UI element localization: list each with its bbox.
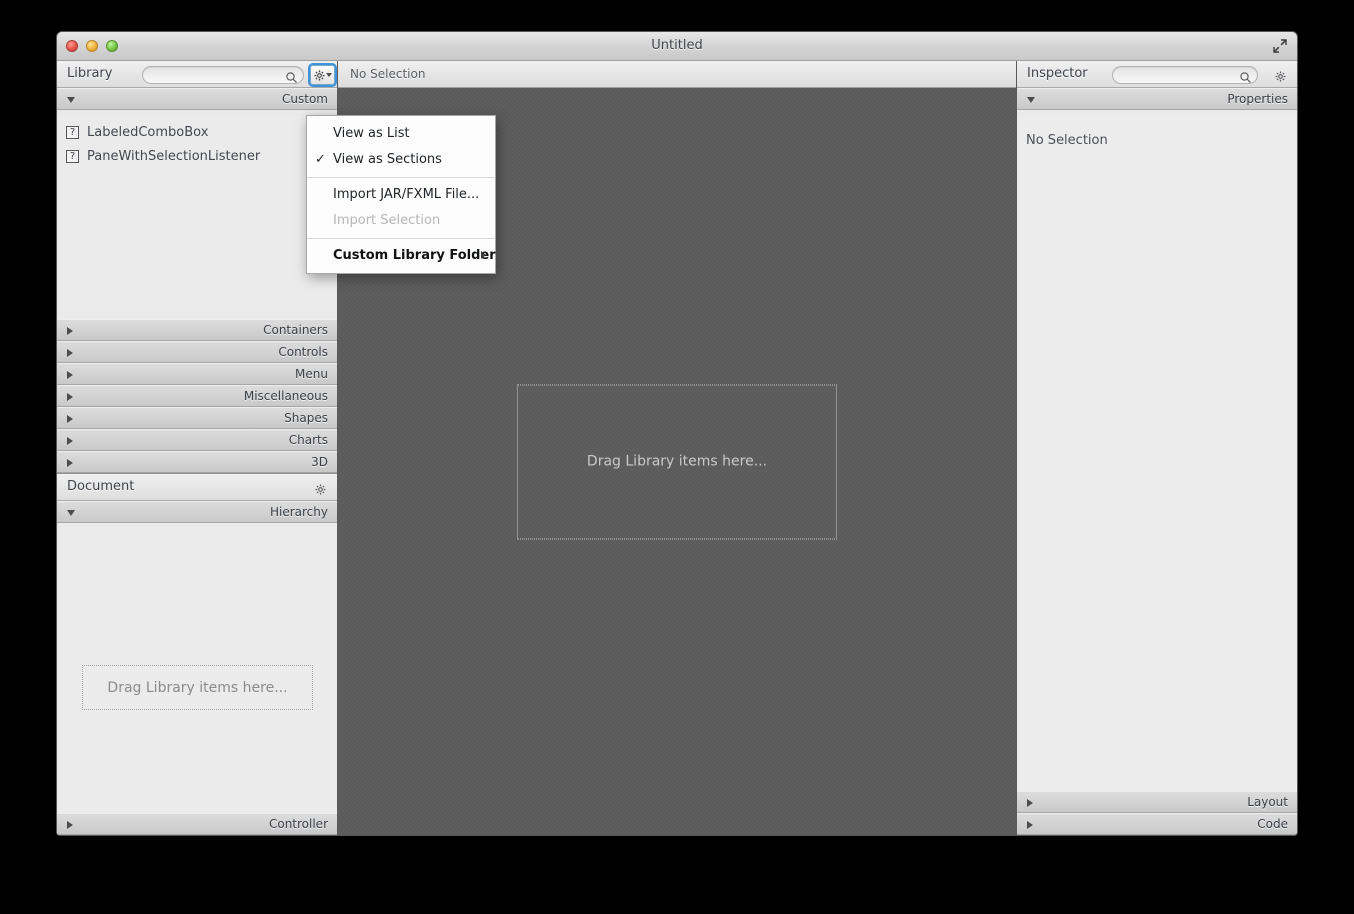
library-section-label: 3D — [311, 455, 328, 469]
question-mark-icon: ? — [66, 125, 79, 139]
menu-item-label: View as List — [333, 126, 410, 141]
document-section-controller[interactable]: Controller — [57, 813, 337, 835]
library-section-label: Containers — [263, 323, 328, 337]
application-window: Untitled Library Custom ? LabeledComboBo… — [56, 31, 1298, 836]
library-options-menu[interactable]: View as List ✓ View as Sections Import J… — [306, 115, 496, 274]
menu-item-import-selection: Import Selection — [307, 208, 495, 234]
inspector-properties-body: No Selection — [1017, 116, 1297, 790]
inspector-section-layout[interactable]: Layout — [1017, 791, 1297, 813]
document-panel-header: Document — [57, 474, 337, 501]
library-section-miscellaneous[interactable]: Miscellaneous — [57, 385, 337, 407]
disclosure-triangle-down-icon[interactable] — [67, 510, 75, 516]
menu-item-view-as-list[interactable]: View as List — [307, 121, 495, 147]
library-section-custom-label: Custom — [282, 92, 328, 106]
disclosure-triangle-down-icon[interactable] — [1027, 97, 1035, 103]
inspector-search-input[interactable] — [1112, 66, 1258, 84]
disclosure-triangle-right-icon[interactable] — [1027, 821, 1033, 829]
library-section-shapes[interactable]: Shapes — [57, 407, 337, 429]
library-search-field[interactable] — [151, 68, 281, 82]
chevron-down-icon — [325, 73, 332, 77]
left-panel: Library Custom ? LabeledComboBox ? PaneW… — [57, 61, 338, 835]
window-body: Library Custom ? LabeledComboBox ? PaneW… — [57, 61, 1297, 835]
library-section-label: Menu — [295, 367, 328, 381]
library-panel-title: Library — [67, 66, 113, 81]
menu-item-view-as-sections[interactable]: ✓ View as Sections — [307, 147, 495, 173]
checkmark-icon: ✓ — [315, 152, 326, 167]
inspector-section-properties-label: Properties — [1227, 92, 1288, 106]
document-section-hierarchy-label: Hierarchy — [269, 505, 328, 519]
fullscreen-arrows-icon[interactable] — [1272, 38, 1288, 54]
gear-icon — [314, 66, 325, 85]
library-section-label: Shapes — [284, 411, 328, 425]
library-search-input[interactable] — [142, 66, 304, 84]
content-panel-header: No Selection — [338, 61, 1016, 88]
canvas-dropzone[interactable]: Drag Library items here... — [517, 384, 837, 539]
menu-item-label: View as Sections — [333, 152, 442, 167]
inspector-panel-title: Inspector — [1027, 66, 1088, 81]
inspector-panel: Inspector Properties No Selection Layout… — [1016, 61, 1297, 835]
library-section-3d[interactable]: 3D — [57, 451, 337, 473]
document-panel-title: Document — [67, 479, 135, 494]
inspector-search-field[interactable] — [1121, 68, 1236, 82]
library-section-label: Controls — [278, 345, 328, 359]
selection-status-label: No Selection — [350, 67, 426, 81]
library-section-label: Charts — [288, 433, 328, 447]
gear-icon — [1275, 67, 1286, 86]
disclosure-triangle-right-icon[interactable] — [1027, 799, 1033, 807]
library-section-menu[interactable]: Menu — [57, 363, 337, 385]
menu-item-custom-library-folder[interactable]: Custom Library Folder — [307, 243, 496, 269]
disclosure-triangle-down-icon[interactable] — [67, 97, 75, 103]
inspector-sections-list: Layout Code — [1017, 791, 1297, 835]
disclosure-triangle-right-icon[interactable] — [67, 371, 73, 379]
hierarchy-dropzone[interactable]: Drag Library items here... — [82, 665, 313, 710]
inspector-section-code[interactable]: Code — [1017, 813, 1297, 835]
disclosure-triangle-right-icon[interactable] — [67, 393, 73, 401]
disclosure-triangle-right-icon[interactable] — [67, 415, 73, 423]
question-mark-icon: ? — [66, 149, 79, 163]
document-section-controller-label: Controller — [268, 817, 328, 831]
menu-separator — [307, 238, 495, 239]
submenu-arrow-icon — [481, 251, 486, 259]
library-section-controls[interactable]: Controls — [57, 341, 337, 363]
menu-item-import-jar-fxml[interactable]: Import JAR/FXML File... — [307, 182, 495, 208]
document-options-gear-button[interactable] — [315, 480, 328, 499]
disclosure-triangle-right-icon[interactable] — [67, 821, 73, 829]
library-panel-header: Library — [57, 61, 337, 88]
list-item-label: LabeledComboBox — [87, 124, 209, 140]
inspector-section-label: Code — [1257, 817, 1288, 831]
document-hierarchy-tree[interactable]: Drag Library items here... — [57, 523, 337, 812]
disclosure-triangle-right-icon[interactable] — [67, 459, 73, 467]
library-section-custom[interactable]: Custom — [57, 88, 337, 110]
library-section-charts[interactable]: Charts — [57, 429, 337, 451]
list-item[interactable]: ? LabeledComboBox — [57, 120, 337, 144]
inspector-panel-header: Inspector — [1017, 61, 1297, 88]
title-bar: Untitled — [57, 32, 1297, 61]
disclosure-triangle-right-icon[interactable] — [67, 327, 73, 335]
list-item[interactable]: ? PaneWithSelectionListener — [57, 144, 337, 168]
menu-item-label: Import Selection — [333, 213, 441, 228]
library-section-label: Miscellaneous — [243, 389, 328, 403]
disclosure-triangle-right-icon[interactable] — [67, 437, 73, 445]
menu-separator — [307, 177, 495, 178]
search-icon — [1239, 69, 1252, 83]
inspector-section-label: Layout — [1247, 795, 1288, 809]
inspector-options-gear-button[interactable] — [1275, 67, 1288, 86]
library-options-gear-button[interactable] — [308, 63, 337, 87]
disclosure-triangle-right-icon[interactable] — [67, 349, 73, 357]
document-section-hierarchy[interactable]: Hierarchy — [57, 501, 337, 523]
menu-item-label: Custom Library Folder — [333, 248, 496, 263]
library-sections-list: Containers Controls Menu Miscellaneous S… — [57, 319, 337, 473]
window-title: Untitled — [651, 38, 703, 53]
inspector-section-properties[interactable]: Properties — [1017, 88, 1297, 110]
inspector-empty-label: No Selection — [1026, 133, 1108, 148]
search-icon — [285, 69, 298, 83]
list-item-label: PaneWithSelectionListener — [87, 148, 261, 164]
library-section-containers[interactable]: Containers — [57, 319, 337, 341]
menu-item-label: Import JAR/FXML File... — [333, 187, 480, 202]
document-panel: Document Hierarchy Drag Library items he… — [57, 473, 337, 835]
gear-icon — [315, 480, 326, 499]
